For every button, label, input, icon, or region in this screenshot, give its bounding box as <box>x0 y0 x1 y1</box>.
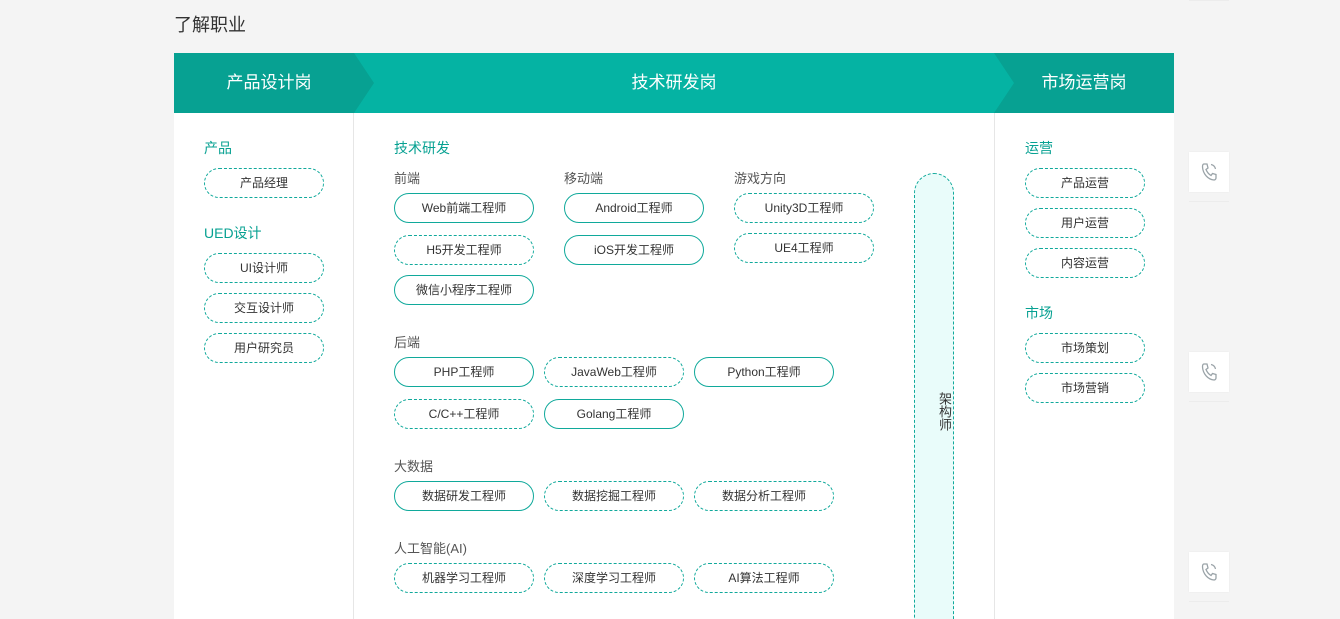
architect-label: 架构师 <box>937 392 952 431</box>
job-pill-unity3d[interactable]: Unity3D工程师 <box>734 193 874 223</box>
subcategory-mobile: 移动端 <box>564 171 604 186</box>
subcategory-backend: 后端 <box>394 335 421 350</box>
job-pill-mini-program[interactable]: 微信小程序工程师 <box>394 275 534 305</box>
job-pill-golang[interactable]: Golang工程师 <box>544 399 684 429</box>
subcategory-ai: 人工智能(AI) <box>394 541 467 556</box>
contact-button[interactable] <box>1189 552 1229 592</box>
job-pill-python[interactable]: Python工程师 <box>694 357 834 387</box>
phone-icon <box>1201 563 1217 581</box>
job-pill-data-analysis[interactable]: 数据分析工程师 <box>694 481 834 511</box>
job-pill-content-ops[interactable]: 内容运营 <box>1025 248 1145 278</box>
banner-tab-tech-rd[interactable]: 技术研发岗 <box>364 53 984 113</box>
job-pill-web-frontend[interactable]: Web前端工程师 <box>394 193 534 223</box>
category-title-market: 市场 <box>1025 305 1053 321</box>
job-pill-ai-algorithm[interactable]: AI算法工程师 <box>694 563 834 593</box>
sidebar-divider <box>1189 401 1229 402</box>
job-pill-h5-dev[interactable]: H5开发工程师 <box>394 235 534 265</box>
job-pill-data-mining[interactable]: 数据挖掘工程师 <box>544 481 684 511</box>
subcategory-bigdata: 大数据 <box>394 459 434 474</box>
job-pill-architect[interactable]: 架构师 <box>914 173 954 619</box>
sidebar-divider <box>1189 601 1229 602</box>
marketing-ops-column: 运营 产品运营 用户运营 内容运营 市场 市场策划 市场营销 <box>994 113 1174 619</box>
category-title-tech-rd: 技术研发 <box>394 140 450 156</box>
job-pill-product-ops[interactable]: 产品运营 <box>1025 168 1145 198</box>
job-pill-user-ops[interactable]: 用户运营 <box>1025 208 1145 238</box>
sidebar-divider <box>1189 0 1229 1</box>
job-pill-marketing[interactable]: 市场营销 <box>1025 373 1145 403</box>
contact-button[interactable] <box>1189 152 1229 192</box>
job-pill-php[interactable]: PHP工程师 <box>394 357 534 387</box>
job-pill-interaction-designer[interactable]: 交互设计师 <box>204 293 324 323</box>
category-title-ops: 运营 <box>1025 140 1053 156</box>
product-design-column: 产品 产品经理 UED设计 UI设计师 交互设计师 用户研究员 <box>174 113 354 619</box>
subcategory-frontend: 前端 <box>394 171 421 186</box>
job-pill-machine-learning[interactable]: 机器学习工程师 <box>394 563 534 593</box>
phone-icon <box>1201 363 1217 381</box>
category-title-ued: UED设计 <box>204 225 262 241</box>
job-pill-android[interactable]: Android工程师 <box>564 193 704 223</box>
job-pill-deep-learning[interactable]: 深度学习工程师 <box>544 563 684 593</box>
phone-icon <box>1201 163 1217 181</box>
job-pill-ui-designer[interactable]: UI设计师 <box>204 253 324 283</box>
category-banner: 产品设计岗 技术研发岗 市场运营岗 <box>174 53 1174 113</box>
career-panel: 产品设计岗 技术研发岗 市场运营岗 产品 产品经理 UED设计 UI设计师 交互… <box>174 53 1174 619</box>
contact-button[interactable] <box>1189 352 1229 392</box>
job-pill-ios[interactable]: iOS开发工程师 <box>564 235 704 265</box>
job-pill-cpp[interactable]: C/C++工程师 <box>394 399 534 429</box>
job-pill-product-manager[interactable]: 产品经理 <box>204 168 324 198</box>
job-pill-market-planning[interactable]: 市场策划 <box>1025 333 1145 363</box>
job-pill-javaweb[interactable]: JavaWeb工程师 <box>544 357 684 387</box>
sidebar-divider <box>1189 201 1229 202</box>
job-pill-user-researcher[interactable]: 用户研究员 <box>204 333 324 363</box>
job-pill-ue4[interactable]: UE4工程师 <box>734 233 874 263</box>
tech-rd-column: 技术研发 前端 Web前端工程师 H5开发工程师 微信小程序工程师 移动端 An… <box>354 113 994 619</box>
subcategory-game: 游戏方向 <box>734 171 787 186</box>
page-title: 了解职业 <box>174 15 246 35</box>
banner-tab-marketing-ops[interactable]: 市场运营岗 <box>994 53 1174 113</box>
banner-tab-product-design[interactable]: 产品设计岗 <box>174 53 364 113</box>
job-pill-data-dev[interactable]: 数据研发工程师 <box>394 481 534 511</box>
category-title-product: 产品 <box>204 140 232 156</box>
